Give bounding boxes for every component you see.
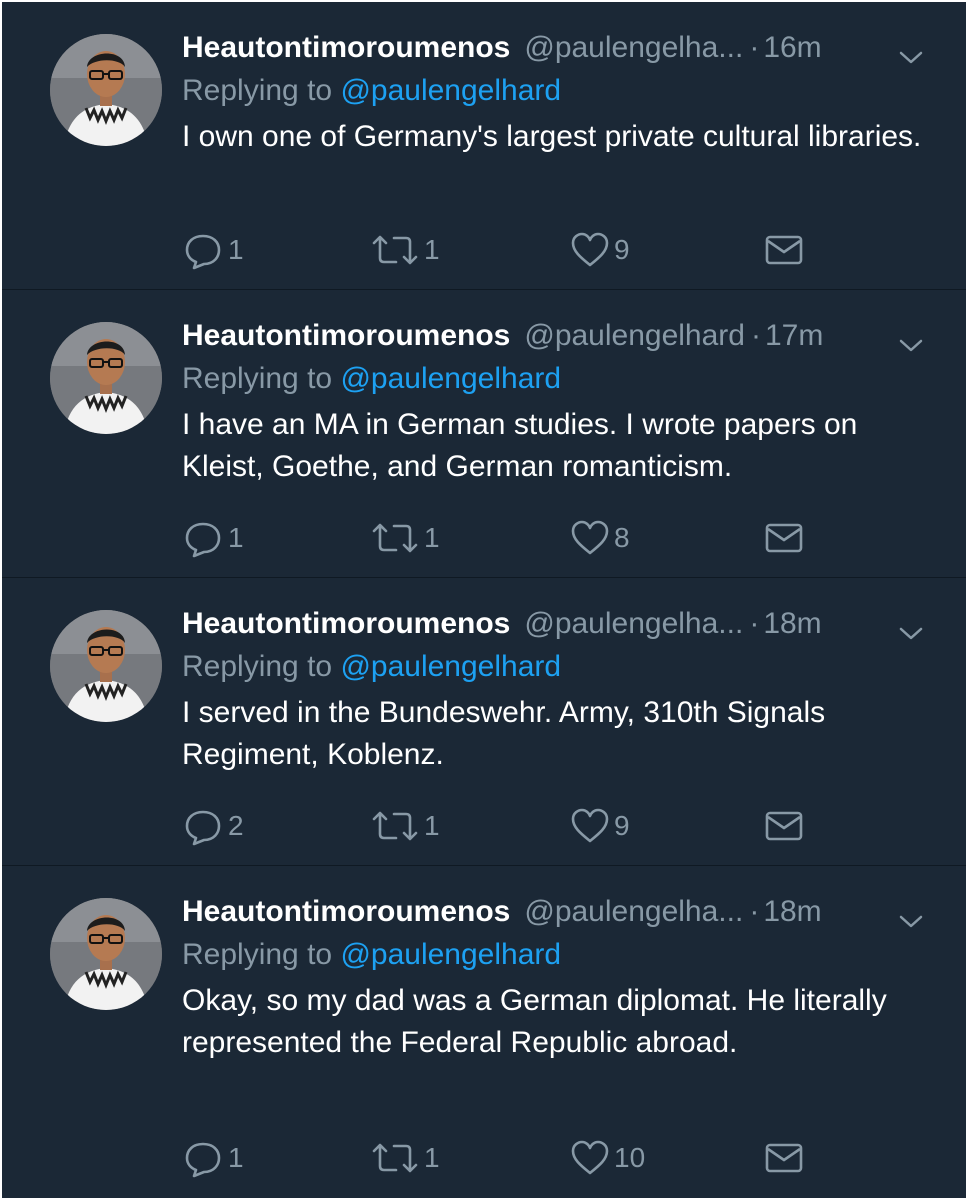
retweet-count: 1 [424,522,440,553]
like-button[interactable]: 10 [570,1136,645,1180]
replying-to-label: Replying to [182,938,341,971]
direct-message-button[interactable] [764,516,804,560]
tweet-header: Heautontimoroumenos @paulengelhard · 17m [182,314,926,358]
chevron-down-icon[interactable] [898,616,924,650]
retweet-count: 1 [424,234,440,265]
replying-to-mention[interactable]: @paulengelhard [340,938,561,971]
reply-icon [182,1138,224,1178]
replying-to-mention[interactable]: @paulengelhard [340,650,561,683]
like-button[interactable]: 8 [570,516,630,560]
replying-to-label: Replying to [182,362,341,395]
retweet-count: 1 [424,810,440,841]
reply-button[interactable]: 1 [182,228,244,272]
reply-icon [182,806,224,846]
retweet-count: 1 [424,1142,440,1173]
display-name[interactable]: Heautontimoroumenos [182,31,510,65]
replying-to-mention[interactable]: @paulengelhard [340,74,561,107]
tweet-actions: 1 1 8 [182,516,822,560]
avatar[interactable] [50,34,162,146]
reply-icon [182,230,224,270]
timestamp[interactable]: 18m [763,895,821,929]
replying-to: Replying to @paulengelhard [182,650,561,684]
separator-dot: · [749,895,760,928]
chevron-down-icon[interactable] [898,40,924,74]
retweet-button[interactable]: 1 [370,516,440,560]
reply-button[interactable]: 1 [182,1136,244,1180]
separator-dot: · [750,319,761,352]
like-count: 9 [614,234,630,265]
user-handle[interactable]: @paulengelha... [524,607,743,641]
retweet-button[interactable]: 1 [370,228,440,272]
envelope-icon [764,1141,804,1175]
chevron-down-icon[interactable] [898,904,924,938]
timeline: Heautontimoroumenos @paulengelha... · 16… [2,2,966,1198]
tweet-actions: 2 1 9 [182,804,822,848]
retweet-icon [370,806,420,846]
reply-count: 1 [228,234,244,265]
tweet[interactable]: Heautontimoroumenos @paulengelha... · 18… [2,578,966,866]
envelope-icon [764,521,804,555]
timestamp[interactable]: 18m [763,607,821,641]
tweet-header: Heautontimoroumenos @paulengelha... · 18… [182,602,926,646]
retweet-icon [370,230,420,270]
retweet-button[interactable]: 1 [370,804,440,848]
tweet-actions: 1 1 9 [182,228,822,272]
user-handle[interactable]: @paulengelhard [524,319,745,353]
direct-message-button[interactable] [764,804,804,848]
display-name[interactable]: Heautontimoroumenos [182,319,510,353]
tweet-actions: 1 1 10 [182,1136,822,1180]
direct-message-button[interactable] [764,1136,804,1180]
like-count: 9 [614,810,630,841]
tweet-text: I own one of Germany's largest private c… [182,120,922,153]
separator-dot: · [749,31,760,64]
replying-to-label: Replying to [182,650,341,683]
replying-to: Replying to @paulengelhard [182,938,561,972]
display-name[interactable]: Heautontimoroumenos [182,607,510,641]
reply-count: 2 [228,810,244,841]
reply-icon [182,518,224,558]
display-name[interactable]: Heautontimoroumenos [182,895,510,929]
tweet[interactable]: Heautontimoroumenos @paulengelhard · 17m… [2,290,966,578]
avatar[interactable] [50,322,162,434]
tweet-text: Okay, so my dad was a German diplomat. H… [182,984,887,1059]
like-button[interactable]: 9 [570,804,630,848]
heart-icon [570,807,610,845]
avatar[interactable] [50,610,162,722]
like-count: 8 [614,522,630,553]
reply-count: 1 [228,1142,244,1173]
tweet-text: I have an MA in German studies. I wrote … [182,408,858,483]
reply-button[interactable]: 1 [182,516,244,560]
heart-icon [570,519,610,557]
replying-to-label: Replying to [182,74,341,107]
timestamp[interactable]: 16m [763,31,821,65]
retweet-icon [370,518,420,558]
avatar[interactable] [50,898,162,1010]
like-count: 10 [614,1142,646,1173]
heart-icon [570,1139,610,1177]
replying-to: Replying to @paulengelhard [182,74,561,108]
like-button[interactable]: 9 [570,228,630,272]
user-handle[interactable]: @paulengelha... [524,31,743,65]
user-handle[interactable]: @paulengelha... [524,895,743,929]
separator-dot: · [749,607,760,640]
timestamp[interactable]: 17m [765,319,823,353]
reply-count: 1 [228,522,244,553]
tweet-header: Heautontimoroumenos @paulengelha... · 18… [182,890,926,934]
tweet[interactable]: Heautontimoroumenos @paulengelha... · 16… [2,2,966,290]
reply-button[interactable]: 2 [182,804,244,848]
direct-message-button[interactable] [764,228,804,272]
tweet[interactable]: Heautontimoroumenos @paulengelha... · 18… [2,866,966,1198]
retweet-button[interactable]: 1 [370,1136,440,1180]
replying-to-mention[interactable]: @paulengelhard [340,362,561,395]
chevron-down-icon[interactable] [898,328,924,362]
heart-icon [570,231,610,269]
tweet-text: I served in the Bundeswehr. Army, 310th … [182,696,826,771]
tweet-header: Heautontimoroumenos @paulengelha... · 16… [182,26,926,70]
retweet-icon [370,1138,420,1178]
envelope-icon [764,809,804,843]
replying-to: Replying to @paulengelhard [182,362,561,396]
envelope-icon [764,233,804,267]
